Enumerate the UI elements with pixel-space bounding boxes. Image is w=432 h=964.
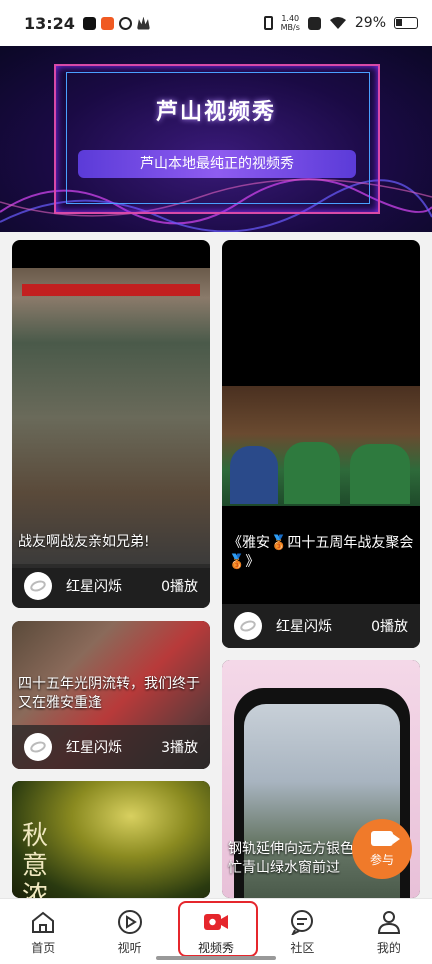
clock: 13:24 [24,13,75,33]
video-camera-icon [371,830,400,846]
participate-label: 参与 [369,852,394,867]
author-name[interactable]: 红星闪烁 [66,576,161,596]
video-card-2[interactable]: 《雅安🥉四十五周年战友聚会🥉》 红星闪烁 0播放 [222,240,420,648]
tab-label: 首页 [31,941,56,955]
tab-label: 我的 [376,941,401,955]
net-speed-value: 1.40 [281,14,300,23]
notification-icons [82,16,150,30]
play-count: 3播放 [161,740,198,756]
crown-icon [136,16,150,30]
video-card-1[interactable]: 战友啊战友亲如兄弟! 红星闪烁 0播放 [12,240,210,608]
video-caption-4: 秋意浓 [22,821,49,898]
banner-inner-frame [66,72,370,204]
author-avatar[interactable] [24,733,52,761]
net-speed-unit: MB/s [280,23,300,32]
battery-icon [394,17,418,29]
chat-icon [291,910,314,935]
video-card-4[interactable]: 秋意浓 [12,781,210,898]
battery-percent: 29% [354,15,386,31]
video-meta-1: 红星闪烁 0播放 [12,564,210,608]
tab-home[interactable]: 首页 [0,899,86,964]
author-avatar[interactable] [24,572,52,600]
wifi-icon [329,17,346,29]
participate-button[interactable]: 参与 [352,819,412,879]
video-meta-2: 红星闪烁 0播放 [222,604,420,648]
author-name[interactable]: 红星闪烁 [276,616,371,636]
tab-label: 社区 [290,941,315,955]
play-count: 0播放 [371,619,408,635]
author-name[interactable]: 红星闪烁 [66,737,161,757]
banner[interactable]: 芦山视频秀 芦山本地最纯正的视频秀 [0,46,432,232]
sync-icon [118,16,132,30]
person-icon [377,911,400,934]
tab-mine[interactable]: 我的 [346,899,432,964]
vibrate-icon [263,16,273,30]
video-caption-2: 《雅安🥉四十五周年战友聚会🥉》 [228,535,414,570]
network-speed: 1.40 MB/s [281,14,300,32]
play-circle-icon [117,910,142,934]
play-count: 0播放 [161,579,198,595]
tab-community[interactable]: 社区 [259,899,345,964]
banner-subtitle: 芦山本地最纯正的视频秀 [78,150,356,178]
video-card-3[interactable]: 四十五年光阴流转，我们终于又在雅安重逢 红星闪烁 3播放 [12,621,210,769]
red-banner-in-photo [22,284,200,296]
app-notification-icon [100,16,114,30]
video-meta-3: 红星闪烁 3播放 [12,725,210,769]
banner-title: 芦山视频秀 [155,100,276,125]
home-indicator[interactable] [156,956,276,960]
home-icon [32,911,55,933]
video-thumbnail-2 [222,386,420,506]
tiktok-icon [82,16,96,30]
tab-label: 视听 [117,941,142,955]
author-avatar[interactable] [234,612,262,640]
status-bar: 13:24 1.40 MB/s 29% [0,0,432,46]
sim-icon [307,16,321,30]
video-caption-1: 战友啊战友亲如兄弟! [18,534,150,550]
video-thumbnail-1 [12,268,210,568]
video-caption-3: 四十五年光阴流转，我们终于又在雅安重逢 [18,676,200,711]
tab-watch[interactable]: 视听 [86,899,172,964]
active-tab-highlight [178,901,258,957]
